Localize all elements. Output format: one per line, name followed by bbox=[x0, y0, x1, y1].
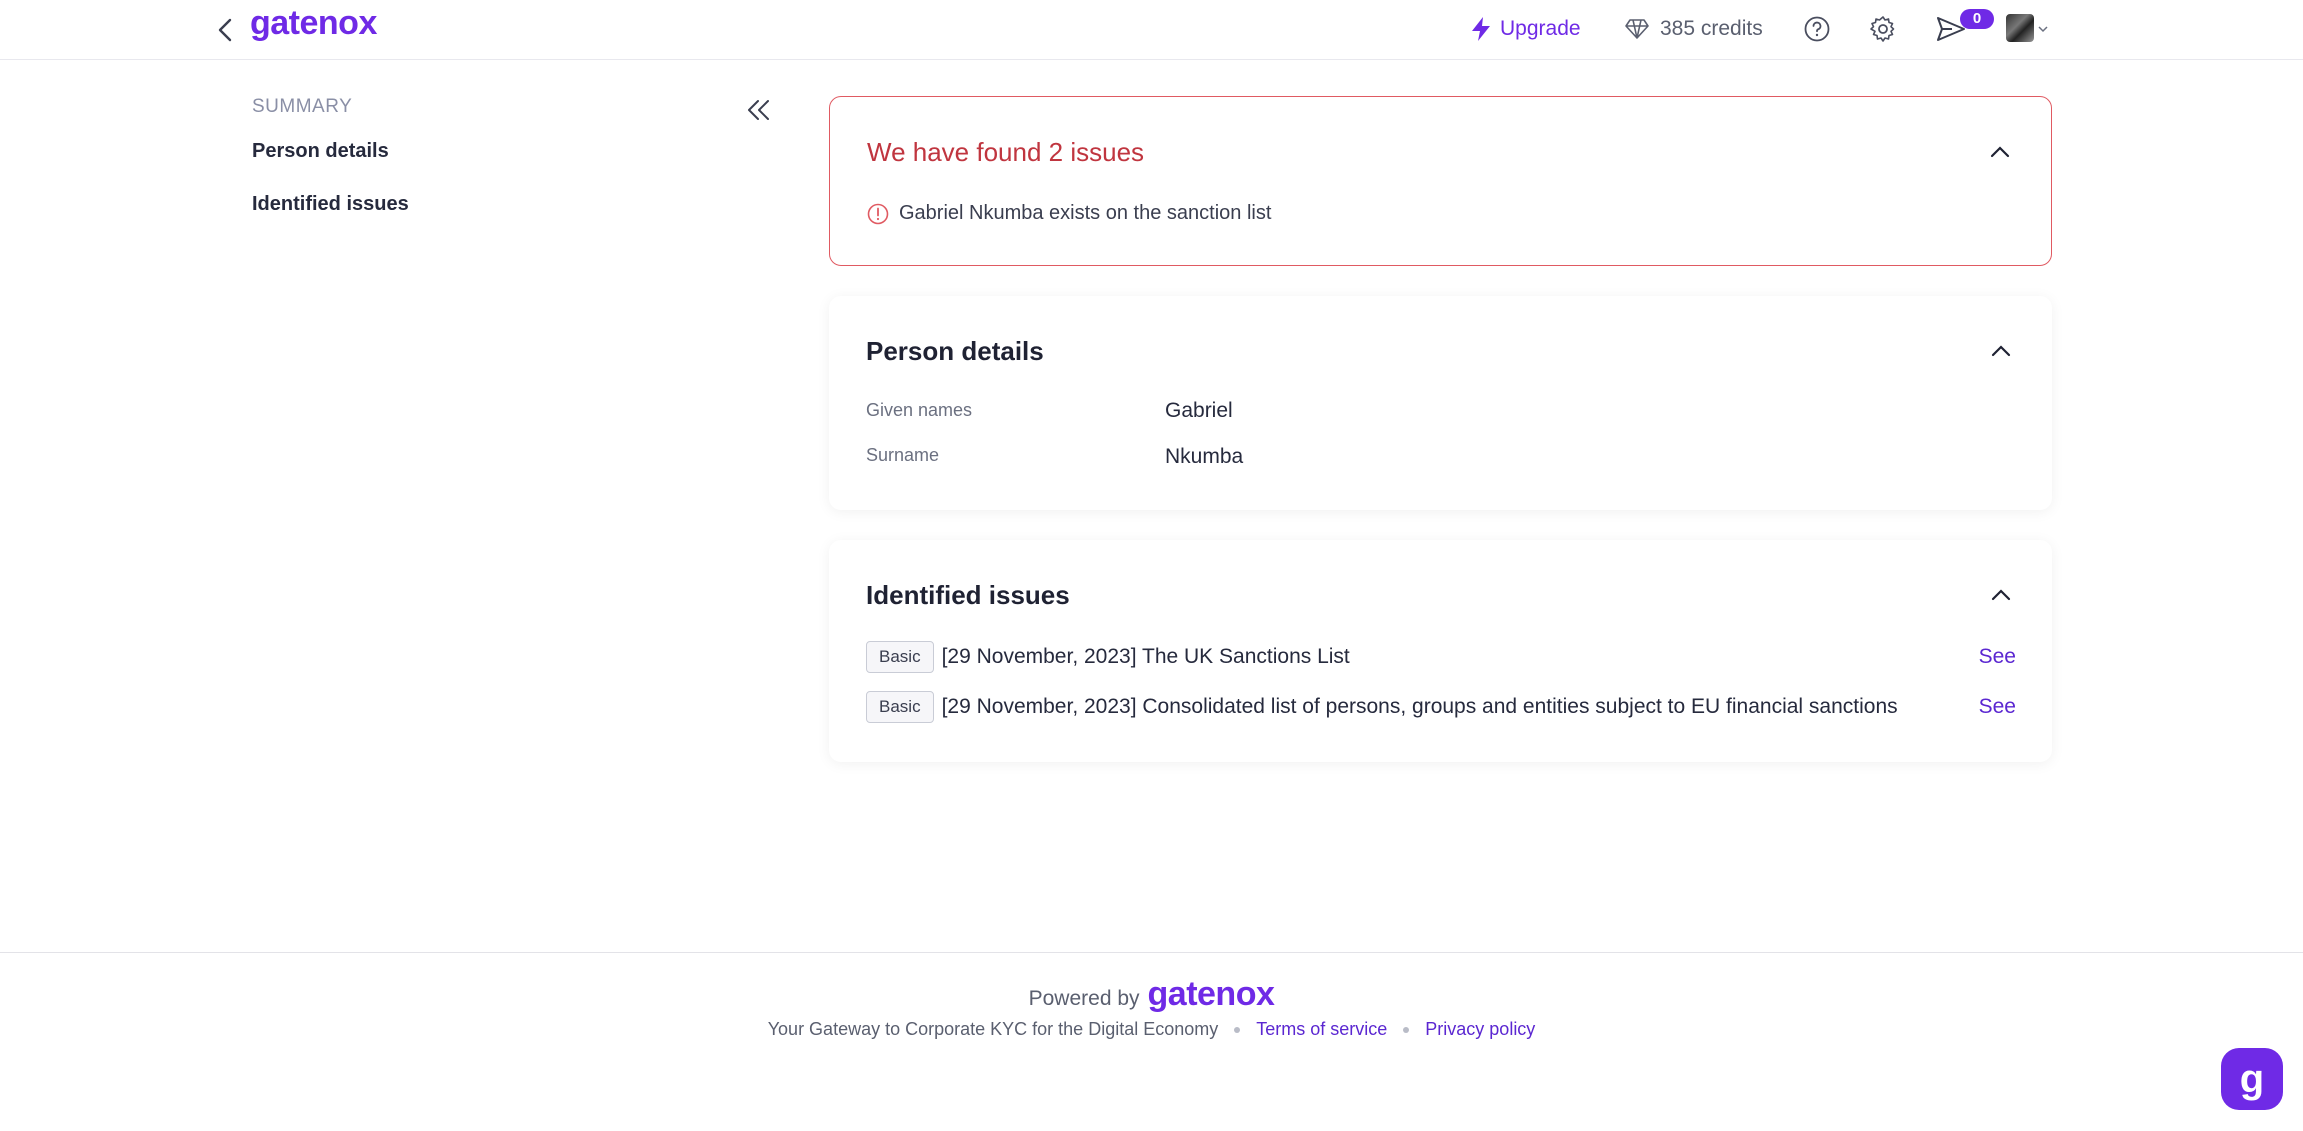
footer-links: Your Gateway to Corporate KYC for the Di… bbox=[0, 1019, 2303, 1040]
issue-badge: Basic bbox=[866, 691, 934, 723]
given-names-label: Given names bbox=[866, 400, 973, 420]
warning-circle-icon bbox=[867, 203, 889, 224]
avatar[interactable] bbox=[2006, 14, 2034, 42]
lightning-icon bbox=[1472, 17, 1490, 41]
see-link[interactable]: See bbox=[1979, 645, 2016, 669]
surname-value: Nkumba bbox=[1165, 445, 1244, 468]
separator-dot bbox=[1403, 1026, 1410, 1033]
top-bar: gatenox Upgrade 385 credits 0 bbox=[0, 0, 2303, 60]
sidebar-title: SUMMARY bbox=[252, 96, 353, 117]
chat-logo-icon: g bbox=[2239, 1056, 2265, 1101]
credits-label: 385 credits bbox=[1660, 17, 1763, 40]
identified-issues-card: Identified issues Basic [29 November, 20… bbox=[829, 540, 2052, 762]
issue-text: [29 November, 2023] The UK Sanctions Lis… bbox=[941, 645, 1350, 668]
issue-row: Basic [29 November, 2023] The UK Sanctio… bbox=[866, 641, 2016, 673]
person-details-card: Person details Given names Gabriel Surna… bbox=[829, 296, 2052, 510]
chat-widget-button[interactable]: g bbox=[2221, 1048, 2283, 1110]
app-logo[interactable]: gatenox bbox=[250, 4, 377, 43]
chevron-up-icon[interactable] bbox=[1988, 338, 2014, 364]
separator-dot bbox=[1234, 1026, 1241, 1033]
back-arrow-icon[interactable] bbox=[212, 15, 238, 45]
sidebar-item-identified-issues[interactable]: Identified issues bbox=[252, 193, 772, 216]
collapse-sidebar-icon[interactable] bbox=[745, 96, 773, 124]
powered-by-label: Powered by bbox=[1028, 987, 1140, 1010]
issues-alert-card: We have found 2 issues Gabriel Nkumba ex… bbox=[829, 96, 2052, 266]
chevron-up-icon[interactable] bbox=[1987, 139, 2013, 165]
summary-sidebar: SUMMARY Person details Identified issues bbox=[252, 96, 772, 246]
privacy-policy-link[interactable]: Privacy policy bbox=[1425, 1019, 1535, 1040]
footer: Powered by gatenox Your Gateway to Corpo… bbox=[0, 952, 2303, 1131]
upgrade-label: Upgrade bbox=[1500, 17, 1581, 40]
upgrade-button[interactable]: Upgrade bbox=[1470, 12, 1581, 46]
issue-badge: Basic bbox=[866, 641, 934, 673]
person-details-title: Person details bbox=[866, 336, 1044, 366]
alert-item: Gabriel Nkumba exists on the sanction li… bbox=[867, 202, 1271, 225]
help-icon[interactable] bbox=[1801, 13, 1833, 45]
alert-title: We have found 2 issues bbox=[867, 137, 1145, 167]
footer-tagline: Your Gateway to Corporate KYC for the Di… bbox=[767, 1019, 1219, 1039]
powered-by: Powered by gatenox bbox=[0, 975, 2303, 1014]
given-names-value: Gabriel bbox=[1165, 399, 1233, 422]
issue-row: Basic [29 November, 2023] Consolidated l… bbox=[866, 691, 2016, 723]
surname-label: Surname bbox=[866, 445, 940, 465]
diamond-icon bbox=[1625, 19, 1649, 39]
sidebar-item-person-details[interactable]: Person details bbox=[252, 140, 772, 163]
notification-badge: 0 bbox=[1960, 9, 1994, 29]
footer-logo[interactable]: gatenox bbox=[1148, 975, 1275, 1014]
gear-icon[interactable] bbox=[1867, 13, 1899, 45]
see-link[interactable]: See bbox=[1979, 695, 2016, 719]
credits-display[interactable]: 385 credits bbox=[1624, 12, 1763, 46]
identified-issues-title: Identified issues bbox=[866, 580, 1070, 610]
issue-text: [29 November, 2023] Consolidated list of… bbox=[941, 695, 1898, 718]
alert-item-text: Gabriel Nkumba exists on the sanction li… bbox=[899, 202, 1272, 224]
chevron-down-icon[interactable] bbox=[2038, 20, 2048, 38]
terms-of-service-link[interactable]: Terms of service bbox=[1256, 1019, 1387, 1040]
chevron-up-icon[interactable] bbox=[1988, 582, 2014, 608]
